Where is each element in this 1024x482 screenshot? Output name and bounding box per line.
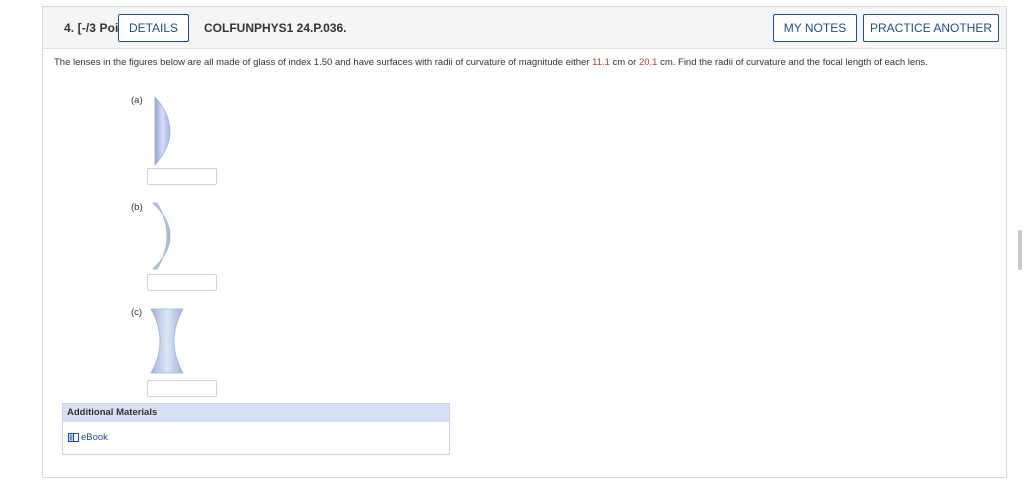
lens-c-label: (c) [131,307,143,318]
problem-text-part1: The lenses in the figures below are all … [54,57,593,68]
question-header: 4. [-/3 Points] DETAILS COLFUNPHYS1 24.P… [43,7,1006,49]
lens-b-label: (b) [131,202,143,213]
my-notes-button[interactable]: MY NOTES [773,14,857,42]
practice-another-button[interactable]: PRACTICE ANOTHER [863,14,999,42]
radius-value-2: 20.1 [638,57,658,68]
lens-a-label: (a) [131,95,143,106]
problem-text: The lenses in the figures below are all … [54,55,999,70]
lens-a-plano-convex-figure [154,95,171,167]
question-id: COLFUNPHYS1 24.P.036. [204,21,347,35]
lens-a-answer-box[interactable] [147,168,217,185]
question-card: 4. [-/3 Points] DETAILS COLFUNPHYS1 24.P… [42,6,1007,478]
lens-b-meniscus-figure [152,202,171,270]
problem-text-part2: cm or [609,57,639,68]
scrollbar-thumb[interactable] [1018,230,1022,270]
problem-text-part3: cm. Find the radii of curvature and the … [657,57,928,68]
lens-c-biconcave-figure [150,308,184,374]
lens-c-answer-box[interactable] [147,380,217,397]
lens-b-answer-box[interactable] [147,274,217,291]
additional-materials-panel: Additional Materials eBook [62,403,450,455]
details-button[interactable]: DETAILS [118,14,189,42]
radius-value-1: 11.1 [592,57,610,68]
book-icon [68,433,79,442]
ebook-link[interactable]: eBook [68,432,108,443]
additional-materials-heading: Additional Materials [63,404,449,422]
ebook-label: eBook [81,432,108,443]
